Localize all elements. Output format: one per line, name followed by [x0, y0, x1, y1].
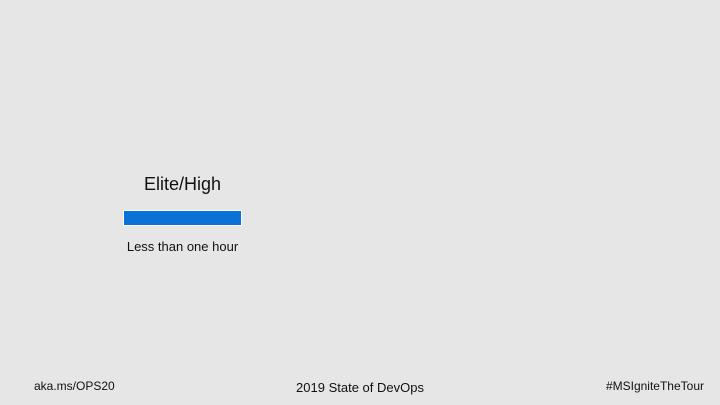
tier-bar — [123, 210, 242, 226]
slide: Elite/High Less than one hour aka.ms/OPS… — [0, 0, 720, 405]
tier-title: Elite/High — [143, 174, 222, 194]
footer-hashtag: #MSIgniteTheTour — [605, 379, 704, 393]
tier-value-label: Less than one hour — [126, 239, 239, 254]
